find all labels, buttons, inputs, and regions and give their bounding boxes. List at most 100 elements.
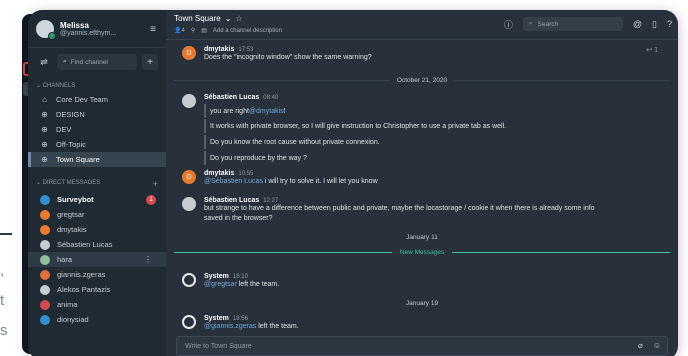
post-message: Do you reproduce by the way ?: [204, 151, 668, 165]
sidebar-header[interactable]: Melissa @yannis.efthym... ≡: [28, 10, 166, 48]
post-author[interactable]: Sébastien Lucas: [204, 94, 259, 101]
search-icon: ⌕: [528, 20, 533, 27]
message-input-placeholder: Write to Town Square: [185, 342, 252, 350]
attachment-icon[interactable]: ⌀: [638, 341, 643, 350]
post[interactable]: D dmytakis 10:55 @Sébastien Lucas i will …: [182, 170, 668, 187]
sidebar-item-off-topic[interactable]: ⊕ Off-Topic: [28, 137, 166, 152]
date-separator: January 19: [405, 299, 439, 307]
sidebar-item-label: Alekos Pantazis: [57, 285, 111, 294]
member-icon[interactable]: 👤4: [174, 27, 185, 34]
post-author[interactable]: Sébastien Lucas: [204, 197, 259, 204]
sidebar-item-label: DEV: [56, 125, 72, 134]
post-message: Do you know the root cause without priva…: [204, 135, 668, 149]
channel-description[interactable]: Add a channel description: [213, 28, 282, 34]
sidebar-item-hara[interactable]: hara ⋮: [28, 252, 166, 267]
files-icon[interactable]: ▤: [201, 27, 207, 34]
search-placeholder: Search: [537, 20, 559, 28]
member-count: 4: [181, 28, 185, 34]
globe-icon: ⊕: [41, 110, 48, 119]
sidebar-item-label: dionysiad: [57, 315, 89, 324]
sidebar-item-dev[interactable]: ⊕ DEV: [28, 122, 166, 137]
avatar[interactable]: D: [182, 46, 196, 60]
chevron-down-icon[interactable]: ⌄: [225, 14, 232, 23]
user-mention[interactable]: @giannis.zgeras: [204, 323, 256, 330]
avatar: [40, 194, 50, 205]
more-options-icon[interactable]: ⋮: [144, 255, 152, 264]
reply-count[interactable]: ↩ 1: [646, 46, 658, 54]
help-icon[interactable]: ?: [667, 19, 672, 29]
avatar: [40, 284, 50, 295]
post-author: System: [204, 315, 229, 322]
post-author[interactable]: dmytakis: [204, 170, 234, 177]
sidebar-item-label: Sébastien Lucas: [57, 240, 113, 249]
post-continuation[interactable]: Do you know the root cause without priva…: [182, 135, 668, 149]
sidebar-item-sebastien-lucas[interactable]: Sébastien Lucas: [28, 237, 166, 252]
sidebar-item-label: Core Dev Team: [56, 95, 108, 104]
user-mention[interactable]: @Sébastien Lucas: [204, 178, 263, 185]
sidebar-item-dionysiad[interactable]: dionysiad: [28, 312, 166, 327]
post-continuation[interactable]: It works with private browser, so I will…: [182, 119, 668, 133]
sidebar-item-label: Town Square: [56, 155, 100, 164]
lock-icon: ⌂: [42, 95, 47, 104]
avatar: [40, 254, 50, 265]
post[interactable]: D dmytakis 17:53 Does the "incognito wind…: [182, 46, 668, 63]
favorite-star-icon[interactable]: ☆: [235, 14, 242, 23]
post-list: D dmytakis 17:53 Does the "incognito wind…: [166, 40, 678, 334]
sidebar-item-design[interactable]: ⊕ DESIGN: [28, 107, 166, 122]
sidebar-item-label: gregtsar: [57, 210, 85, 219]
add-dm-icon[interactable]: +: [153, 179, 158, 189]
sidebar-item-label: anima: [57, 300, 78, 309]
avatar[interactable]: D: [182, 170, 196, 184]
filter-icon[interactable]: ⇌: [36, 54, 52, 70]
sidebar-item-town-square[interactable]: ⊕ Town Square: [28, 152, 166, 167]
channels-section-header[interactable]: ⌄ CHANNELS: [28, 76, 166, 92]
background-text-fragment: ,: [0, 262, 5, 279]
sidebar-item-core-dev-team[interactable]: ⌂ Core Dev Team: [28, 92, 166, 107]
avatar[interactable]: [36, 19, 56, 40]
find-channel-button[interactable]: ⌕ Find channel: [57, 54, 137, 70]
hamburger-menu-icon[interactable]: ≡: [150, 24, 156, 35]
direct-messages-section-header[interactable]: ⌄ DIRECT MESSAGES +: [28, 173, 166, 192]
reply-icon: ↩: [646, 47, 653, 54]
post-continuation[interactable]: you are right @dmytakis !: [182, 104, 668, 118]
sidebar-item-surveybot[interactable]: Surveybot 1: [28, 192, 166, 207]
sidebar-item-label: dmytakis: [57, 225, 87, 234]
post-message: saved in the browser?: [204, 215, 273, 222]
channel-title[interactable]: Town Square: [174, 14, 221, 23]
post-author[interactable]: dmytakis: [204, 46, 234, 53]
new-messages-separator: New Messages: [166, 247, 678, 257]
search-input[interactable]: ⌕ Search: [522, 17, 623, 31]
post[interactable]: System 18:10 @gregtsar left the team.: [182, 273, 668, 290]
globe-icon: ⊕: [41, 125, 48, 134]
sidebar-item-gregtsar[interactable]: gregtsar: [28, 207, 166, 222]
mention-icon[interactable]: @: [633, 19, 642, 29]
user-mention[interactable]: @dmytakis: [249, 108, 284, 115]
find-channel-placeholder: Find channel: [70, 58, 108, 66]
sidebar-item-anima[interactable]: anima: [28, 297, 166, 312]
post-time[interactable]: 08:40: [263, 95, 278, 101]
add-channel-button[interactable]: +: [142, 54, 158, 70]
sidebar-item-giannis-zgeras[interactable]: giannis.zgeras: [28, 267, 166, 282]
mattermost-window: Melissa @yannis.efthym... ≡ ⇌ ⌕ Find cha…: [28, 10, 678, 356]
background-text-fragment: t: [0, 292, 5, 309]
sidebar-item-label: DESIGN: [56, 110, 85, 119]
search-icon: ⌕: [63, 58, 67, 65]
info-icon[interactable]: ⓘ: [504, 18, 513, 31]
saved-icon[interactable]: ▯: [652, 19, 657, 30]
post[interactable]: Sébastien Lucas 12:27 but strange to have…: [182, 197, 668, 224]
sidebar-item-alekos-pantazis[interactable]: Alekos Pantazis: [28, 282, 166, 297]
sidebar-item-dmytakis[interactable]: dmytakis: [28, 222, 166, 237]
avatar[interactable]: [182, 197, 196, 211]
sidebar-item-label: giannis.zgeras: [57, 270, 106, 279]
user-name: Melissa: [60, 20, 89, 30]
message-input[interactable]: Write to Town Square ⌀ ☺: [176, 336, 668, 356]
post[interactable]: Sébastien Lucas 08:40: [182, 94, 668, 108]
avatar: [40, 269, 50, 280]
emoji-icon[interactable]: ☺: [653, 341, 661, 350]
date-separator: January 11: [406, 233, 438, 241]
post[interactable]: System 18:56 @giannis.zgeras left the tea…: [182, 315, 668, 332]
avatar: [40, 239, 50, 250]
pin-icon[interactable]: ⚲: [191, 27, 195, 34]
post-continuation[interactable]: Do you reproduce by the way ?: [182, 151, 668, 165]
user-mention[interactable]: @gregtsar: [204, 281, 237, 288]
